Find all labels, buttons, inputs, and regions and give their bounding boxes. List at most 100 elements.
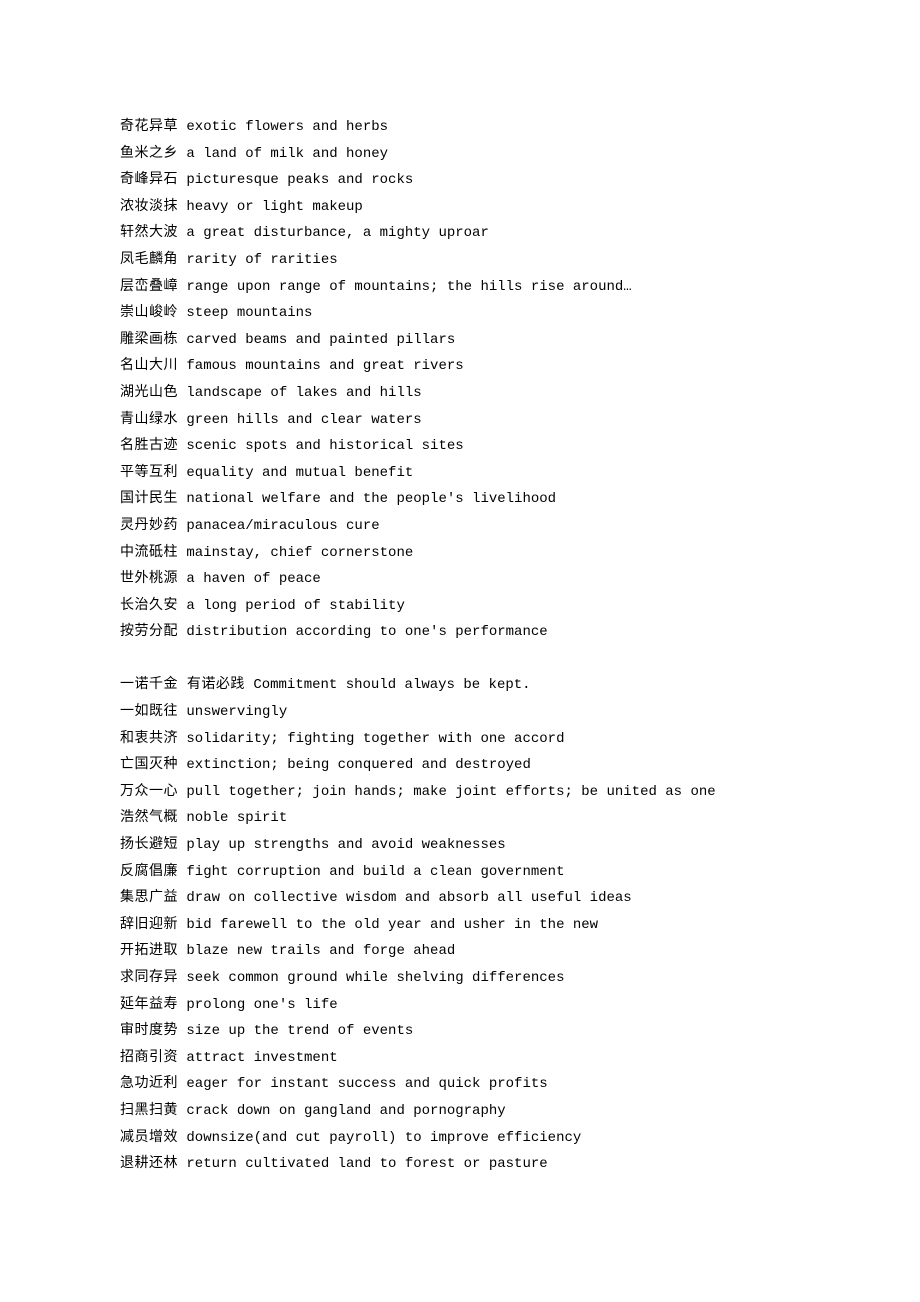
english-translation: extinction; being conquered and destroye… bbox=[186, 757, 530, 773]
vocab-entry: 集思广益 draw on collective wisdom and absor… bbox=[120, 885, 800, 912]
vocab-entry: 奇峰异石 picturesque peaks and rocks bbox=[120, 167, 800, 194]
chinese-term: 扬长避短 bbox=[120, 837, 178, 853]
vocab-entry: 层峦叠嶂 range upon range of mountains; the … bbox=[120, 274, 800, 301]
chinese-term: 一诺千金 有诺必践 bbox=[120, 677, 245, 693]
english-translation: panacea/miraculous cure bbox=[186, 518, 379, 534]
chinese-term: 凤毛麟角 bbox=[120, 252, 178, 268]
chinese-term: 名胜古迹 bbox=[120, 438, 178, 454]
vocab-entry: 开拓进取 blaze new trails and forge ahead bbox=[120, 938, 800, 965]
english-translation: scenic spots and historical sites bbox=[186, 438, 463, 454]
vocab-entry: 名山大川 famous mountains and great rivers bbox=[120, 353, 800, 380]
vocab-entry: 辞旧迎新 bid farewell to the old year and us… bbox=[120, 912, 800, 939]
vocab-entry: 求同存异 seek common ground while shelving d… bbox=[120, 965, 800, 992]
vocab-entry: 扬长避短 play up strengths and avoid weaknes… bbox=[120, 832, 800, 859]
vocab-entry: 凤毛麟角 rarity of rarities bbox=[120, 247, 800, 274]
english-translation: mainstay, chief cornerstone bbox=[186, 545, 413, 561]
english-translation: return cultivated land to forest or past… bbox=[186, 1156, 547, 1172]
english-translation: attract investment bbox=[186, 1050, 337, 1066]
chinese-term: 层峦叠嶂 bbox=[120, 279, 178, 295]
vocab-entry: 浩然气概 noble spirit bbox=[120, 805, 800, 832]
english-translation: equality and mutual benefit bbox=[186, 465, 413, 481]
chinese-term: 轩然大波 bbox=[120, 225, 178, 241]
chinese-term: 辞旧迎新 bbox=[120, 917, 178, 933]
vocab-entry: 崇山峻岭 steep mountains bbox=[120, 300, 800, 327]
chinese-term: 奇花异草 bbox=[120, 119, 178, 135]
vocab-entry: 雕梁画栋 carved beams and painted pillars bbox=[120, 327, 800, 354]
chinese-term: 浩然气概 bbox=[120, 810, 178, 826]
vocab-entry: 中流砥柱 mainstay, chief cornerstone bbox=[120, 540, 800, 567]
vocab-entry: 湖光山色 landscape of lakes and hills bbox=[120, 380, 800, 407]
english-translation: size up the trend of events bbox=[186, 1023, 413, 1039]
english-translation: heavy or light makeup bbox=[186, 199, 362, 215]
chinese-term: 和衷共济 bbox=[120, 731, 178, 747]
chinese-term: 反腐倡廉 bbox=[120, 864, 178, 880]
english-translation: blaze new trails and forge ahead bbox=[186, 943, 455, 959]
english-translation: eager for instant success and quick prof… bbox=[186, 1076, 547, 1092]
vocab-entry: 退耕还林 return cultivated land to forest or… bbox=[120, 1151, 800, 1178]
english-translation: solidarity; fighting together with one a… bbox=[186, 731, 564, 747]
chinese-term: 雕梁画栋 bbox=[120, 332, 178, 348]
english-translation: carved beams and painted pillars bbox=[186, 332, 455, 348]
english-translation: landscape of lakes and hills bbox=[186, 385, 421, 401]
english-translation: unswervingly bbox=[186, 704, 287, 720]
vocab-entry: 灵丹妙药 panacea/miraculous cure bbox=[120, 513, 800, 540]
english-translation: distribution according to one's performa… bbox=[186, 624, 547, 640]
chinese-term: 万众一心 bbox=[120, 784, 178, 800]
vocab-entry: 万众一心 pull together; join hands; make joi… bbox=[120, 779, 800, 806]
english-translation: a great disturbance, a mighty uproar bbox=[186, 225, 488, 241]
vocab-entry: 一诺千金 有诺必践 Commitment should always be ke… bbox=[120, 672, 800, 699]
english-translation: range upon range of mountains; the hills… bbox=[186, 279, 631, 295]
english-translation: a haven of peace bbox=[186, 571, 320, 587]
chinese-term: 一如既往 bbox=[120, 704, 178, 720]
chinese-term: 扫黑扫黄 bbox=[120, 1103, 178, 1119]
vocab-entry: 减员增效 downsize(and cut payroll) to improv… bbox=[120, 1125, 800, 1152]
chinese-term: 开拓进取 bbox=[120, 943, 178, 959]
chinese-term: 浓妆淡抹 bbox=[120, 199, 178, 215]
chinese-term: 招商引资 bbox=[120, 1050, 178, 1066]
chinese-term: 长治久安 bbox=[120, 598, 178, 614]
chinese-term: 平等互利 bbox=[120, 465, 178, 481]
english-translation: famous mountains and great rivers bbox=[186, 358, 463, 374]
english-translation: a land of milk and honey bbox=[186, 146, 388, 162]
english-translation: bid farewell to the old year and usher i… bbox=[186, 917, 598, 933]
blank-line bbox=[120, 646, 800, 673]
english-translation: seek common ground while shelving differ… bbox=[186, 970, 564, 986]
vocab-entry: 扫黑扫黄 crack down on gangland and pornogra… bbox=[120, 1098, 800, 1125]
vocab-entry: 轩然大波 a great disturbance, a mighty uproa… bbox=[120, 220, 800, 247]
chinese-term: 灵丹妙药 bbox=[120, 518, 178, 534]
chinese-term: 亡国灭种 bbox=[120, 757, 178, 773]
vocab-entry: 审时度势 size up the trend of events bbox=[120, 1018, 800, 1045]
english-translation: draw on collective wisdom and absorb all… bbox=[186, 890, 631, 906]
chinese-term: 鱼米之乡 bbox=[120, 146, 178, 162]
chinese-term: 按劳分配 bbox=[120, 624, 178, 640]
english-translation: picturesque peaks and rocks bbox=[186, 172, 413, 188]
vocab-entry: 亡国灭种 extinction; being conquered and des… bbox=[120, 752, 800, 779]
vocab-entry: 一如既往 unswervingly bbox=[120, 699, 800, 726]
english-translation: pull together; join hands; make joint ef… bbox=[186, 784, 715, 800]
chinese-term: 退耕还林 bbox=[120, 1156, 178, 1172]
chinese-term: 青山绿水 bbox=[120, 412, 178, 428]
vocab-entry: 反腐倡廉 fight corruption and build a clean … bbox=[120, 859, 800, 886]
chinese-term: 奇峰异石 bbox=[120, 172, 178, 188]
chinese-term: 崇山峻岭 bbox=[120, 305, 178, 321]
english-translation: exotic flowers and herbs bbox=[186, 119, 388, 135]
vocab-entry: 延年益寿 prolong one's life bbox=[120, 992, 800, 1019]
english-translation: a long period of stability bbox=[186, 598, 404, 614]
vocab-entry: 奇花异草 exotic flowers and herbs bbox=[120, 114, 800, 141]
chinese-term: 求同存异 bbox=[120, 970, 178, 986]
vocab-entry: 世外桃源 a haven of peace bbox=[120, 566, 800, 593]
chinese-term: 集思广益 bbox=[120, 890, 178, 906]
chinese-term: 中流砥柱 bbox=[120, 545, 178, 561]
english-translation: play up strengths and avoid weaknesses bbox=[186, 837, 505, 853]
chinese-term: 急功近利 bbox=[120, 1076, 178, 1092]
vocab-entry: 浓妆淡抹 heavy or light makeup bbox=[120, 194, 800, 221]
vocab-entry: 平等互利 equality and mutual benefit bbox=[120, 460, 800, 487]
chinese-term: 湖光山色 bbox=[120, 385, 178, 401]
vocab-entry: 按劳分配 distribution according to one's per… bbox=[120, 619, 800, 646]
english-translation: Commitment should always be kept. bbox=[253, 677, 530, 693]
english-translation: downsize(and cut payroll) to improve eff… bbox=[186, 1130, 581, 1146]
english-translation: national welfare and the people's liveli… bbox=[186, 491, 556, 507]
chinese-term: 延年益寿 bbox=[120, 997, 178, 1013]
vocab-entry: 和衷共济 solidarity; fighting together with … bbox=[120, 726, 800, 753]
chinese-term: 国计民生 bbox=[120, 491, 178, 507]
